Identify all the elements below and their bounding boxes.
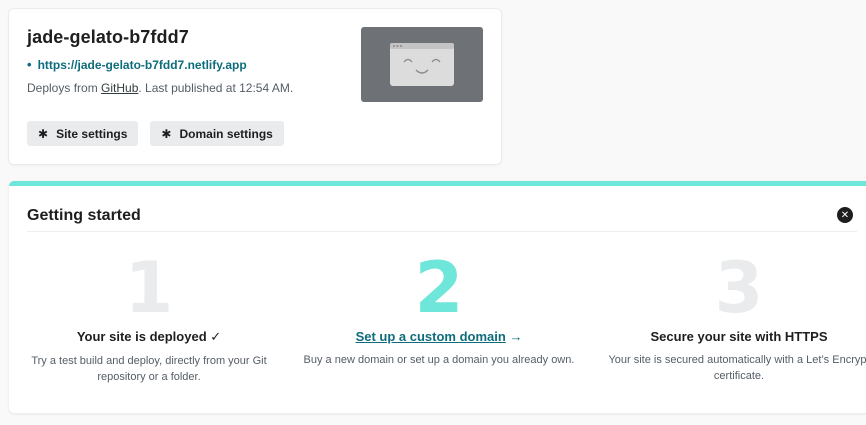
- site-actions: ✱ Site settings ✱ Domain settings: [27, 121, 284, 146]
- bullet-icon: •: [27, 57, 32, 72]
- arrow-right-icon: →: [509, 329, 523, 344]
- getting-started-title: Getting started: [27, 207, 141, 224]
- step-2: 2 Set up a custom domain → Buy a new dom…: [294, 248, 584, 368]
- step-1-description: Try a test build and deploy, directly fr…: [31, 355, 267, 383]
- step-2-title-row: Set up a custom domain →: [294, 329, 584, 344]
- step-3: 3 Secure your site with HTTPS Your site …: [594, 248, 866, 384]
- gear-icon: ✱: [38, 126, 49, 141]
- set-up-custom-domain-link[interactable]: Set up a custom domain: [356, 329, 506, 344]
- deploy-prefix: Deploys from: [27, 81, 102, 95]
- site-thumbnail[interactable]: [361, 27, 483, 102]
- step-1-number: 1: [124, 247, 174, 329]
- deploy-suffix: . Last published at 12:54 AM.: [138, 81, 294, 95]
- github-link[interactable]: GitHub: [101, 81, 138, 95]
- smiley-browser-icon: [390, 43, 454, 86]
- step-3-description: Your site is secured automatically with …: [608, 354, 866, 382]
- getting-started-panel: Getting started ✕ 1 Your site is deploye…: [9, 181, 866, 413]
- site-url-text[interactable]: https://jade-gelato-b7fdd7.netlify.app: [38, 58, 247, 72]
- step-2-description: Buy a new domain or set up a domain you …: [303, 354, 575, 366]
- step-2-number: 2: [414, 247, 464, 329]
- divider: [27, 231, 857, 232]
- close-icon[interactable]: ✕: [837, 207, 853, 223]
- site-settings-label: Site settings: [56, 126, 128, 141]
- step-3-title: Secure your site with HTTPS: [650, 329, 828, 344]
- site-settings-button[interactable]: ✱ Site settings: [27, 121, 139, 146]
- gear-icon: ✱: [161, 126, 172, 141]
- step-3-number: 3: [714, 247, 764, 329]
- step-1-title: Your site is deployed ✓: [76, 329, 222, 344]
- step-1: 1 Your site is deployed ✓ Try a test bui…: [4, 248, 294, 385]
- domain-settings-button[interactable]: ✱ Domain settings: [150, 121, 284, 146]
- domain-settings-label: Domain settings: [179, 126, 273, 141]
- site-card: jade-gelato-b7fdd7 • https://jade-gelato…: [9, 9, 501, 164]
